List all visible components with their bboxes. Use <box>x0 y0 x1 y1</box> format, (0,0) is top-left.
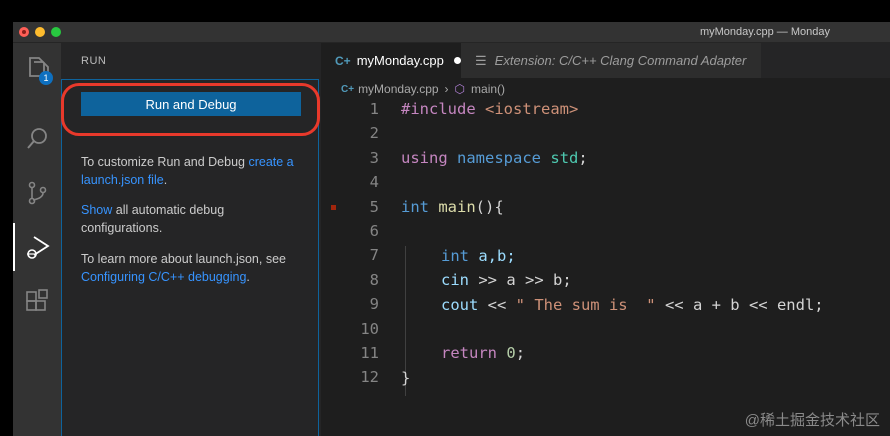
activity-bar: 1 <box>13 43 61 436</box>
help-text: . <box>163 173 168 187</box>
line-number: 3 <box>369 148 379 167</box>
explorer-badge: 1 <box>39 71 53 85</box>
line-number: 12 <box>360 368 379 387</box>
highlight-annotation <box>61 83 320 136</box>
line-number: 2 <box>369 124 379 143</box>
code-line: cout << " The sum is " << a + b << endl; <box>441 296 824 314</box>
cpp-file-icon: C+ <box>335 53 351 68</box>
tab-mymonday-cpp[interactable]: C+ myMonday.cpp <box>321 43 461 78</box>
source-control-icon <box>28 181 47 205</box>
minimize-window-button[interactable] <box>35 27 45 37</box>
explorer-button[interactable]: 1 <box>13 43 61 91</box>
close-window-button[interactable] <box>19 27 29 37</box>
chevron-right-icon: › <box>444 82 449 96</box>
title-bar: myMonday.cpp — Monday <box>13 22 890 43</box>
source-control-button[interactable] <box>13 169 61 217</box>
vscode-window: myMonday.cpp — Monday 1 RUN Run and Debu… <box>13 22 890 436</box>
show-link[interactable]: Show <box>81 203 112 217</box>
code-line: using namespace std; <box>401 149 588 167</box>
line-number: 10 <box>360 319 379 338</box>
maximize-window-button[interactable] <box>51 27 61 37</box>
help-text: To learn more about launch.json, see <box>81 252 286 266</box>
search-icon <box>27 128 47 149</box>
code-editor[interactable]: 1 2 3 4 5 6 7 8 9 10 11 12 #include <iostream> usin… <box>321 100 890 420</box>
line-number: 1 <box>369 100 379 118</box>
show-configs-text: Show all automatic debug configurations. <box>81 201 306 237</box>
code-line: cin >> a >> b; <box>441 271 572 289</box>
code-line: #include <iostream> <box>401 100 579 118</box>
editor-tabs: C+ myMonday.cpp ☰ Extension: C/C++ Clang… <box>321 43 890 78</box>
line-number: 4 <box>369 173 379 192</box>
help-text: . <box>246 270 250 284</box>
cpp-file-icon: C+ <box>341 83 355 95</box>
code-line: int a,b; <box>441 247 516 265</box>
run-debug-icon <box>27 236 50 259</box>
code-line: } <box>401 369 411 387</box>
function-cube-icon: ⬡ <box>454 82 466 96</box>
search-button[interactable] <box>13 115 61 163</box>
configuring-debugging-link[interactable]: Configuring C/C++ debugging <box>81 270 246 284</box>
run-debug-button[interactable] <box>13 223 61 271</box>
line-number: 7 <box>369 246 379 265</box>
line-number: 6 <box>369 222 379 240</box>
code-line: return 0; <box>441 344 526 362</box>
extensions-icon <box>26 289 48 311</box>
watermark: @稀土掘金技术社区 <box>744 412 880 429</box>
tab-label: myMonday.cpp <box>356 53 444 68</box>
sidebar-title: RUN <box>81 55 107 67</box>
window-title: myMonday.cpp — Monday <box>699 26 830 38</box>
tab-extension[interactable]: ☰ Extension: C/C++ Clang Command Adapter <box>461 43 761 78</box>
line-number: 9 <box>369 295 379 314</box>
breadcrumb-symbol[interactable]: main() <box>471 82 505 96</box>
launch-json-link[interactable]: launch.json file <box>81 173 164 187</box>
extension-preview-icon: ☰ <box>475 52 487 68</box>
create-link[interactable]: create a <box>248 155 293 169</box>
breadcrumb: C+ myMonday.cpp › ⬡ main() <box>321 79 511 99</box>
code-line: int main(){ <box>401 198 504 216</box>
unsaved-dot-icon <box>453 57 461 64</box>
learn-more-text: To learn more about launch.json, see Con… <box>81 250 306 286</box>
breadcrumb-file[interactable]: myMonday.cpp <box>358 82 438 96</box>
help-text: To customize Run and Debug <box>81 155 249 169</box>
line-number: 5 <box>369 197 379 216</box>
customize-help-text: To customize Run and Debug create a laun… <box>81 153 306 189</box>
run-sidebar: RUN Run and Debug To customize Run and D… <box>61 43 321 436</box>
tab-label: Extension: C/C++ Clang Command Adapter <box>494 53 747 68</box>
line-number: 11 <box>360 344 379 362</box>
extensions-button[interactable] <box>13 277 61 325</box>
line-number: 8 <box>369 270 379 289</box>
